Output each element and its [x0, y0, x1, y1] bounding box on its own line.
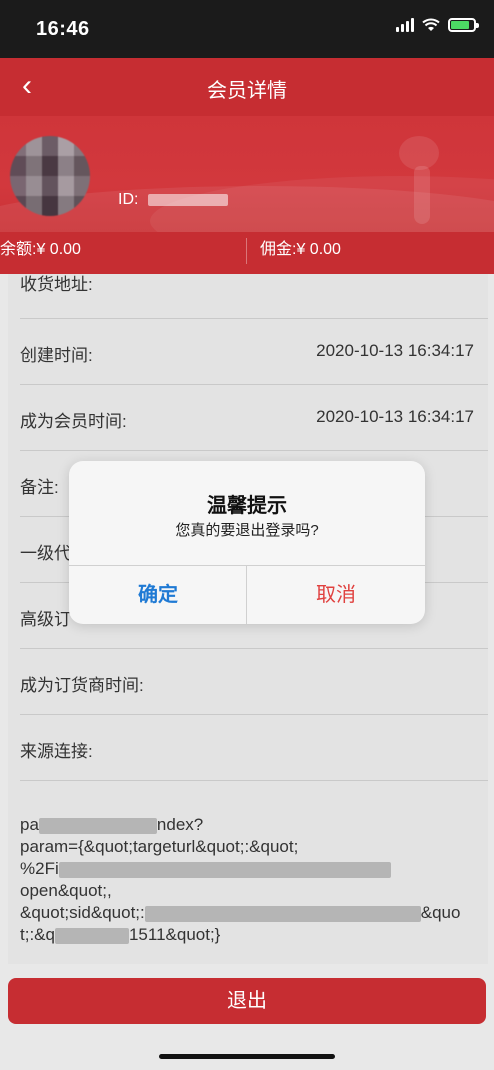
link-part: pa	[20, 815, 39, 834]
balance-divider	[246, 238, 247, 264]
field-label: 高级订	[20, 610, 71, 629]
member-id-label: ID:	[118, 191, 139, 208]
field-label: 成为会员时间:	[20, 412, 127, 431]
redacted-block	[54, 927, 129, 944]
redacted-block	[144, 905, 421, 922]
field-row-member-since: 成为会员时间: 2020-10-13 16:34:17	[20, 384, 488, 451]
link-part: ndex?	[156, 815, 204, 834]
field-row-source-link: 来源连接:	[20, 714, 488, 781]
status-bar: 16:46	[0, 0, 494, 58]
dialog-buttons: 确定 取消	[69, 565, 425, 624]
cancel-button[interactable]: 取消	[246, 566, 425, 624]
source-link-text: pa ndex? param={&quot;targeturl&quot;:&qu…	[20, 814, 476, 946]
field-row-address: 收货地址:	[20, 274, 488, 319]
logout-confirm-dialog: 温馨提示 您真的要退出登录吗? 确定 取消	[69, 461, 425, 624]
link-part: param={&quot;targeturl&quot;:&quot;	[20, 837, 299, 856]
nav-bar: ‹ 会员详情	[0, 58, 494, 116]
link-part: open&quot;,	[20, 881, 112, 900]
link-part: 1511&quot;}	[128, 925, 221, 944]
field-row-supplier-time: 成为订货商时间:	[20, 648, 488, 715]
status-icons	[396, 18, 479, 32]
balance-amount: 余额:¥ 0.00	[0, 241, 81, 258]
signal-icon	[396, 18, 414, 32]
link-part: &quo	[420, 903, 461, 922]
member-id-redacted	[148, 194, 228, 206]
field-value: 2020-10-13 16:34:17	[316, 407, 474, 426]
field-value: 2020-10-13 16:34:17	[316, 341, 474, 360]
field-label: 一级代	[20, 544, 71, 563]
confirm-button[interactable]: 确定	[69, 566, 247, 624]
field-label: 成为订货商时间:	[20, 676, 144, 695]
redacted-block	[38, 817, 157, 834]
battery-icon	[448, 18, 479, 32]
redacted-block	[58, 861, 391, 878]
avatar	[10, 136, 90, 216]
wifi-icon	[422, 18, 440, 31]
balance-bar: 余额:¥ 0.00 佣金:¥ 0.00	[0, 232, 494, 274]
link-part: %2Fi	[20, 859, 59, 878]
vase-decoration	[384, 126, 454, 226]
field-row-created: 创建时间: 2020-10-13 16:34:17	[20, 318, 488, 385]
field-label: 备注:	[20, 478, 59, 497]
field-label: 来源连接:	[20, 742, 93, 761]
field-label: 创建时间:	[20, 346, 93, 365]
logout-button[interactable]: 退出	[8, 978, 486, 1024]
dialog-message: 您真的要退出登录吗?	[175, 522, 319, 539]
field-label: 收货地址:	[20, 275, 93, 294]
page-title: 会员详情	[207, 80, 287, 102]
link-part: t;:&q	[20, 925, 55, 944]
link-part: &quot;sid&quot;:	[20, 903, 145, 922]
dialog-title: 温馨提示	[207, 495, 287, 517]
status-time: 16:46	[36, 18, 90, 40]
home-indicator	[159, 1054, 335, 1059]
profile-header: ID:	[0, 116, 494, 232]
screen: 16:46 ‹ 会员详情 ID: 余额:¥ 0.00 佣金:¥ 0.00 收货地…	[0, 0, 494, 1070]
commission-amount: 佣金:¥ 0.00	[260, 241, 341, 258]
